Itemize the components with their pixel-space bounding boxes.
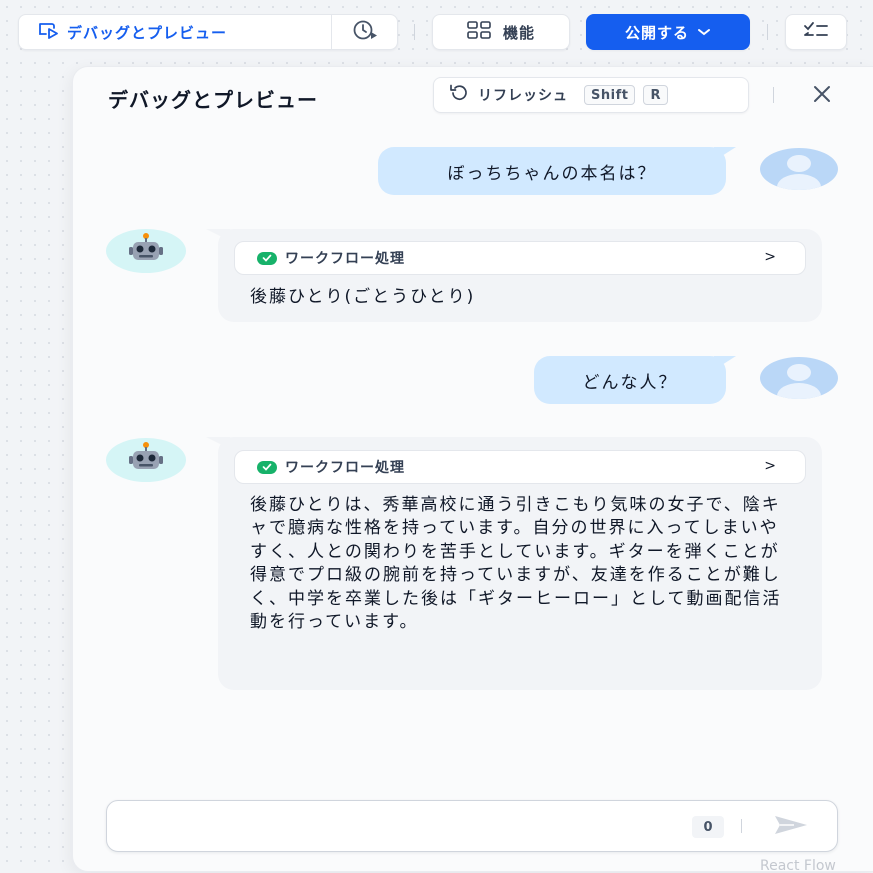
grid-icon <box>467 21 493 43</box>
checklist-button[interactable] <box>785 14 847 50</box>
robot-icon <box>127 441 165 479</box>
debug-preview-label: デバッグとプレビュー <box>67 23 228 42</box>
user-message-text: どんな人？ <box>582 372 678 393</box>
bot-message-text: 後藤ひとりは、秀華高校に通う引きこもり気味の女子で、陰キャで臆病な性格を持ってい… <box>250 495 782 633</box>
check-circle-icon <box>257 460 277 474</box>
debug-preview-group: デバッグとプレビュー <box>18 14 398 50</box>
debug-play-icon <box>37 21 59 43</box>
refresh-label: リフレッシュ <box>478 88 568 104</box>
refresh-icon <box>448 84 470 106</box>
features-label: 機能 <box>502 23 535 42</box>
send-icon <box>773 814 809 840</box>
react-flow-watermark: React Flow <box>760 858 836 873</box>
chevron-right-icon: > <box>764 249 777 265</box>
chat-input-box: 0 <box>106 800 838 852</box>
shortcut-key-shift: Shift <box>584 85 636 105</box>
refresh-button[interactable]: リフレッシュ Shift R <box>433 77 749 113</box>
close-button[interactable] <box>809 83 835 109</box>
panel-divider <box>773 87 774 103</box>
debug-preview-button[interactable]: デバッグとプレビュー <box>19 15 332 49</box>
input-divider <box>741 819 742 833</box>
chat-input[interactable] <box>121 813 681 841</box>
user-message-text: ぼっちちゃんの本名は？ <box>447 163 657 184</box>
toolbar-divider <box>414 24 415 40</box>
history-button[interactable] <box>332 15 397 49</box>
publish-label: 公開する <box>624 23 689 42</box>
shortcut-key-r: R <box>643 85 668 105</box>
publish-button[interactable]: 公開する <box>586 14 750 50</box>
bot-avatar <box>106 438 186 482</box>
robot-icon <box>127 232 165 270</box>
workflow-label: ワークフロー処理 <box>285 251 405 267</box>
panel-title: デバッグとプレビュー <box>108 88 318 112</box>
bot-message: ワークフロー処理 > 後藤ひとりは、秀華高校に通う引きこもり気味の女子で、陰キャ… <box>206 437 822 690</box>
toolbar-divider <box>767 24 768 40</box>
user-message: どんな人？ <box>534 356 736 404</box>
bot-message-text: 後藤ひとり(ごとうひとり) <box>250 287 476 307</box>
char-counter: 0 <box>692 816 724 838</box>
features-button[interactable]: 機能 <box>432 14 570 50</box>
send-button[interactable] <box>771 813 811 841</box>
clock-play-icon <box>350 19 380 45</box>
check-circle-icon <box>257 251 277 265</box>
chevron-down-icon <box>697 23 711 41</box>
top-toolbar: デバッグとプレビュー 機能 公開する <box>0 14 873 52</box>
chevron-right-icon: > <box>764 458 777 474</box>
workflow-label: ワークフロー処理 <box>285 460 405 476</box>
workflow-process-toggle[interactable]: ワークフロー処理 > <box>234 241 806 275</box>
user-avatar <box>760 357 838 399</box>
bot-message: ワークフロー処理 > 後藤ひとり(ごとうひとり) <box>206 229 822 322</box>
checklist-icon <box>803 21 829 43</box>
close-icon <box>812 84 832 108</box>
workflow-process-toggle[interactable]: ワークフロー処理 > <box>234 450 806 484</box>
user-message: ぼっちちゃんの本名は？ <box>378 147 736 195</box>
bot-avatar <box>106 229 186 273</box>
user-avatar <box>760 148 838 190</box>
